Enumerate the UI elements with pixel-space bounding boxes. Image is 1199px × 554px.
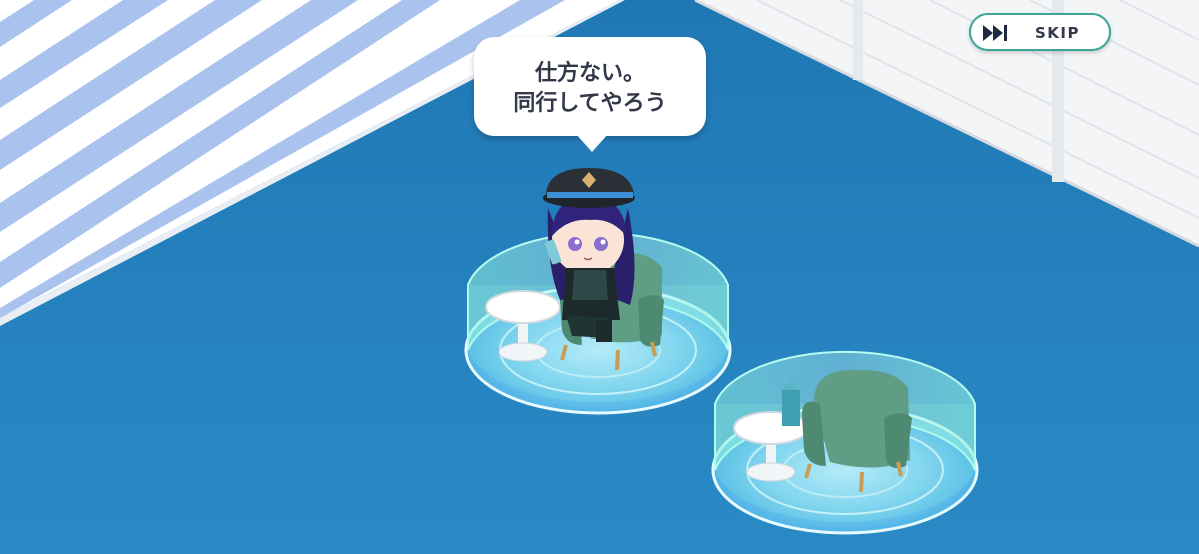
speech-bubble-tail (576, 134, 608, 152)
fast-forward-icon (983, 25, 1007, 41)
speech-text: 仕方ない。 同行してやろう (474, 59, 706, 119)
speech-bubble: 仕方ない。 同行してやろう (474, 37, 706, 136)
game-scene: 仕方ない。 同行してやろう SKIP (0, 0, 1199, 554)
skip-label: SKIP (1035, 24, 1081, 42)
speech-line-2: 同行してやろう (513, 91, 667, 116)
skip-button[interactable]: SKIP (969, 13, 1111, 51)
speech-line-1: 仕方ない。 (534, 61, 645, 86)
drink-carton-icon (782, 390, 800, 426)
